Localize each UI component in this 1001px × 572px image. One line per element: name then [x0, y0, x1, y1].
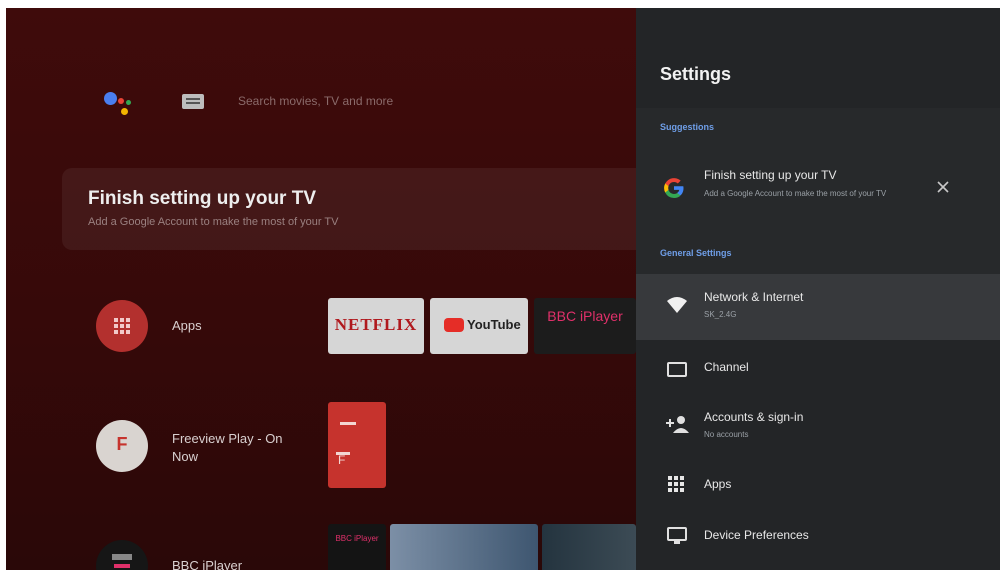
setup-card-title: Finish setting up your TV	[88, 188, 316, 209]
youtube-logo-icon	[444, 318, 464, 332]
show-thumbnail-2[interactable]	[542, 524, 636, 570]
device-preferences-item-title: Device Preferences	[704, 528, 809, 542]
network-item-subtitle: SK_2.4G	[704, 310, 737, 319]
freeview-tile[interactable]: F	[328, 402, 386, 488]
apps-grid-icon	[114, 318, 130, 334]
tv-screen: Search movies, TV and more Finish settin…	[6, 8, 1000, 570]
close-icon[interactable]	[936, 180, 950, 194]
suggestion-title: Finish setting up your TV	[704, 168, 837, 182]
freeview-row-icon[interactable]: F	[96, 420, 148, 472]
bbc-iplayer-row-label: BBC iPlayer	[172, 558, 243, 570]
settings-item-channel[interactable]: Channel	[636, 348, 1000, 390]
show-thumbnail-1[interactable]	[390, 524, 538, 570]
settings-title: Settings	[660, 64, 732, 84]
wifi-icon	[667, 297, 687, 313]
bbc-iplayer-row-icon[interactable]	[96, 540, 148, 570]
network-item-title: Network & Internet	[704, 290, 804, 304]
svg-text:F: F	[338, 453, 345, 467]
iplayer-thumb-tile[interactable]: BBC iPlayer	[328, 524, 386, 570]
tv-icon	[667, 362, 687, 377]
general-settings-header: General Settings	[660, 248, 732, 258]
netflix-tile[interactable]: NETFLIX	[328, 298, 424, 354]
youtube-tile[interactable]: YouTube	[430, 298, 528, 354]
netflix-tile-label: NETFLIX	[334, 315, 418, 334]
bbc-iplayer-logo-icon	[112, 554, 132, 568]
bbc-iplayer-tile-label: BBC iPlayer	[547, 308, 623, 324]
apps-row-label: Apps	[172, 318, 202, 333]
apps-grid-icon	[668, 476, 684, 492]
google-g-icon	[664, 178, 684, 198]
accounts-item-subtitle: No accounts	[704, 430, 749, 439]
settings-item-device-preferences[interactable]: Device Preferences	[636, 516, 1000, 556]
freeview-row-label: Freeview Play - On Now	[172, 431, 283, 464]
setup-card[interactable]: Finish setting up your TV Add a Google A…	[62, 168, 652, 250]
suggestion-card[interactable]: Finish setting up your TV Add a Google A…	[636, 158, 1000, 224]
apps-item-title: Apps	[704, 477, 732, 491]
svg-text:F: F	[117, 434, 128, 454]
search-input[interactable]: Search movies, TV and more	[238, 94, 393, 108]
add-person-icon	[666, 416, 689, 433]
keyboard-icon[interactable]	[182, 94, 204, 109]
youtube-tile-label: YouTube	[467, 317, 521, 332]
settings-item-network[interactable]: Network & Internet SK_2.4G	[636, 274, 1000, 340]
settings-item-accounts[interactable]: Accounts & sign-in No accounts	[636, 398, 1000, 450]
freeview-logo-icon: F	[117, 434, 128, 454]
channel-item-title: Channel	[704, 360, 749, 374]
iplayer-thumb-label: BBC iPlayer	[335, 534, 379, 543]
settings-panel: Settings Suggestions Finish setting up y…	[636, 8, 1000, 570]
freeview-play-logo-icon: F	[336, 422, 356, 467]
settings-item-apps[interactable]: Apps	[636, 464, 1000, 504]
monitor-icon	[667, 527, 687, 544]
bbc-iplayer-tile[interactable]: BBC iPlayer	[534, 298, 636, 354]
accounts-item-title: Accounts & sign-in	[704, 410, 804, 424]
apps-row-icon[interactable]	[96, 300, 148, 352]
setup-card-subtitle: Add a Google Account to make the most of…	[88, 216, 339, 228]
google-assistant-icon[interactable]	[102, 86, 142, 122]
suggestions-header: Suggestions	[660, 122, 715, 132]
home-screen: Search movies, TV and more Finish settin…	[6, 8, 652, 570]
suggestion-subtitle: Add a Google Account to make the most of…	[704, 189, 887, 198]
